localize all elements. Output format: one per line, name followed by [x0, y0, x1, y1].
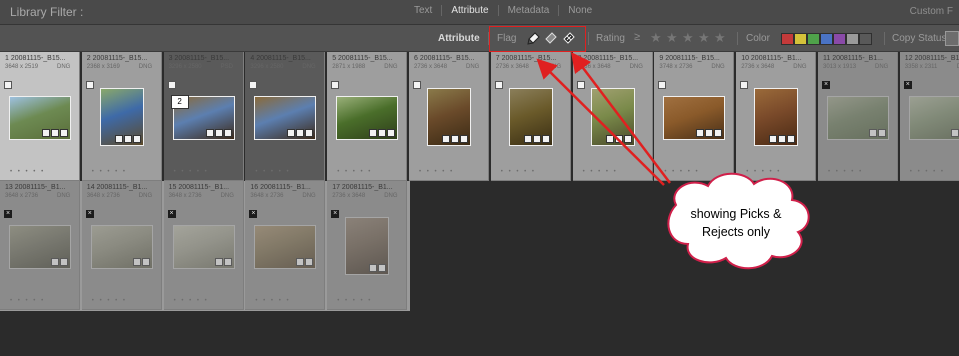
annotation-overlay: showing Picks & Rejects only	[536, 52, 810, 270]
callout-cloud	[667, 172, 810, 270]
callout-text-line2: Rejects only	[702, 225, 771, 239]
callout-text-line1: showing Picks &	[690, 207, 782, 221]
